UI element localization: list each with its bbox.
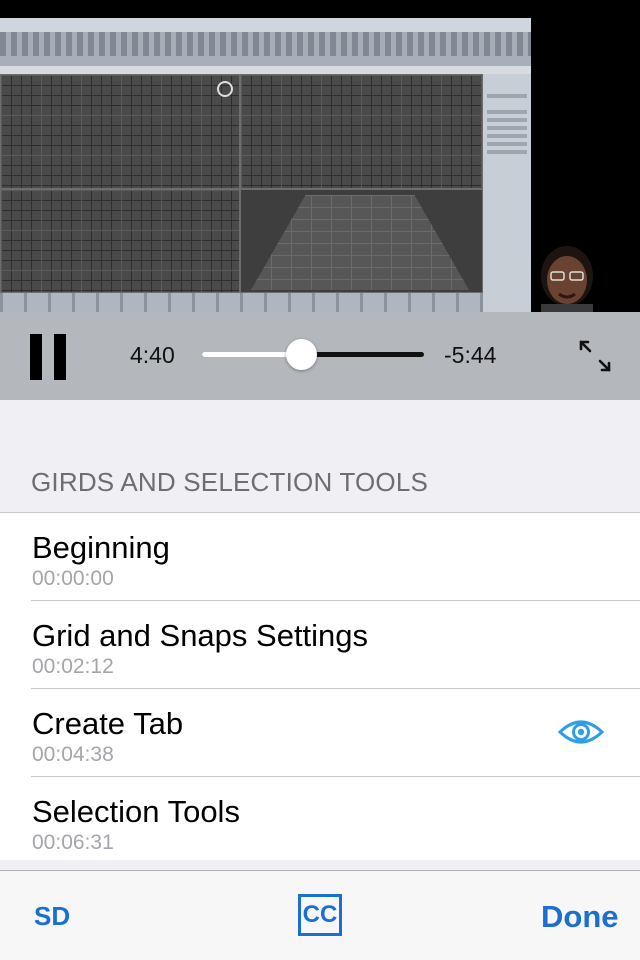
app-statusbar bbox=[0, 293, 483, 313]
elapsed-time: 4:40 bbox=[130, 342, 175, 368]
playback-controls: 4:40 -5:44 bbox=[0, 312, 640, 400]
chapter-title: Selection Tools bbox=[32, 794, 240, 829]
eye-icon bbox=[558, 720, 604, 744]
chapter-item[interactable]: Selection Tools 00:06:31 bbox=[0, 777, 640, 865]
pause-button[interactable] bbox=[28, 334, 68, 380]
video-frame bbox=[0, 18, 531, 313]
app-menubar bbox=[0, 18, 531, 32]
app-toolbar bbox=[0, 32, 531, 56]
viewport-front bbox=[240, 74, 483, 189]
chapter-timestamp: 00:04:38 bbox=[32, 743, 114, 766]
chapters-section-header: GIRDS AND SELECTION TOOLS bbox=[31, 467, 429, 497]
chapter-item-current[interactable]: Create Tab 00:04:38 bbox=[0, 689, 640, 777]
viewcube-icon bbox=[217, 81, 233, 97]
command-panel bbox=[483, 74, 531, 313]
chapter-timestamp: 00:06:31 bbox=[32, 831, 114, 854]
app-ribbon-tabs bbox=[0, 66, 531, 74]
done-button[interactable]: Done bbox=[541, 899, 619, 935]
bottom-toolbar: SD CC Done bbox=[0, 870, 640, 960]
chapter-timestamp: 00:00:00 bbox=[32, 567, 114, 590]
fullscreen-toggle-icon[interactable] bbox=[577, 338, 613, 374]
sd-quality-button[interactable]: SD bbox=[34, 901, 70, 932]
app-ribbon bbox=[0, 56, 531, 66]
chapter-item[interactable]: Grid and Snaps Settings 00:02:12 bbox=[0, 601, 640, 689]
chapter-item[interactable]: Beginning 00:00:00 bbox=[0, 513, 640, 601]
perspective-grid-floor bbox=[251, 195, 469, 290]
scrubber-thumb[interactable] bbox=[286, 339, 318, 370]
video-player[interactable]: 4:40 -5:44 bbox=[0, 0, 640, 400]
remaining-time: -5:44 bbox=[444, 342, 497, 368]
chapter-title: Create Tab bbox=[32, 706, 184, 741]
chapter-title: Grid and Snaps Settings bbox=[32, 618, 369, 653]
viewport-top bbox=[0, 74, 240, 189]
chapter-list: Beginning 00:00:00 Grid and Snaps Settin… bbox=[0, 512, 640, 860]
chapter-timestamp: 00:02:12 bbox=[32, 655, 114, 678]
chapter-title: Beginning bbox=[32, 530, 170, 565]
viewport-left bbox=[0, 189, 240, 293]
scrubber-track[interactable] bbox=[202, 339, 424, 370]
closed-captions-button[interactable]: CC bbox=[298, 894, 342, 936]
viewport-perspective bbox=[240, 189, 483, 293]
presenter-webcam bbox=[531, 236, 603, 316]
